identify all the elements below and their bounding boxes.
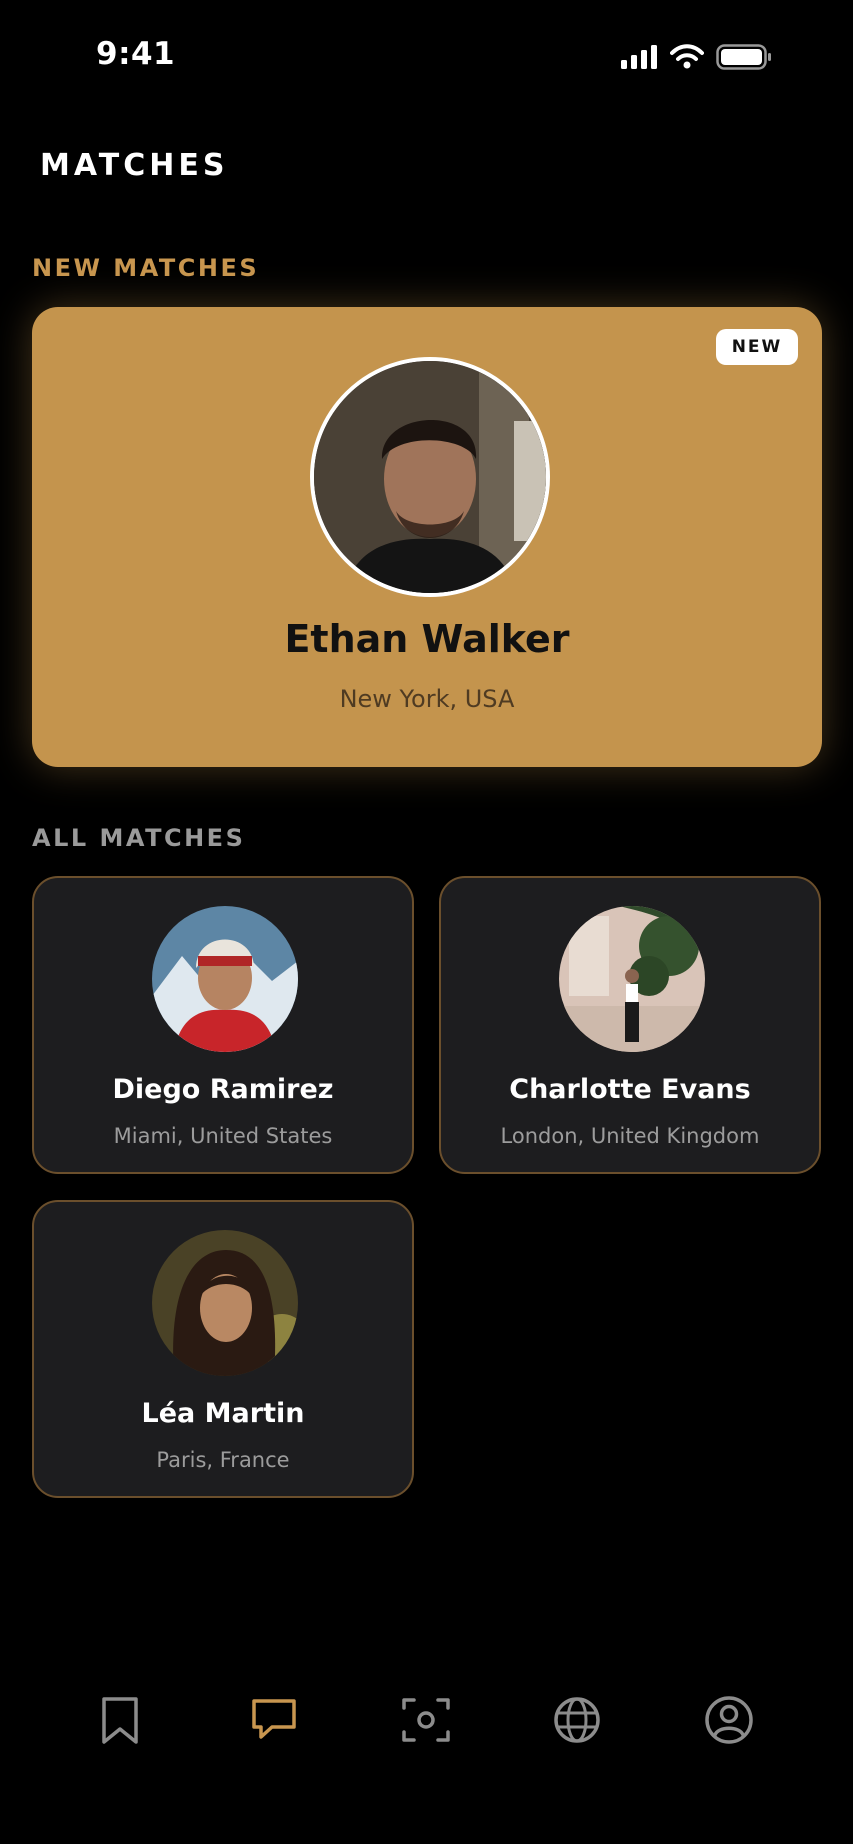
- avatar: [559, 906, 705, 1052]
- nav-bookmark[interactable]: [94, 1694, 146, 1750]
- scan-icon: [402, 1698, 450, 1742]
- nav-scan[interactable]: [400, 1694, 452, 1750]
- status-icons: [620, 44, 772, 70]
- profile-icon: [705, 1696, 753, 1744]
- section-heading-all-matches: ALL MATCHES: [32, 824, 246, 852]
- match-location: Paris, France: [156, 1448, 290, 1472]
- section-heading-new-matches: NEW MATCHES: [32, 254, 260, 282]
- globe-icon: [554, 1697, 600, 1743]
- featured-match-location: New York, USA: [339, 685, 515, 713]
- status-time: 9:41: [96, 36, 176, 72]
- match-location: London, United Kingdom: [500, 1124, 760, 1148]
- featured-avatar: [310, 357, 550, 597]
- match-card[interactable]: Léa Martin Paris, France: [32, 1200, 414, 1498]
- battery-icon: [716, 44, 771, 70]
- new-badge: NEW: [716, 329, 798, 365]
- match-card[interactable]: Diego Ramirez Miami, United States: [32, 876, 414, 1174]
- signal-icon: [621, 45, 657, 69]
- match-location: Miami, United States: [113, 1124, 333, 1148]
- nav-globe[interactable]: [551, 1694, 603, 1750]
- avatar: [152, 906, 298, 1052]
- wifi-icon: [670, 44, 704, 69]
- bookmark-icon: [102, 1697, 138, 1744]
- match-name: Diego Ramirez: [112, 1074, 334, 1105]
- avatar: [152, 1230, 298, 1376]
- nav-chat[interactable]: [248, 1693, 300, 1749]
- chat-icon: [252, 1699, 296, 1739]
- match-name: Léa Martin: [141, 1398, 305, 1429]
- match-card[interactable]: Charlotte Evans London, United Kingdom: [439, 876, 821, 1174]
- nav-profile[interactable]: [703, 1694, 755, 1750]
- page-title: MATCHES: [40, 148, 229, 183]
- featured-match-card[interactable]: NEW Ethan Walker New York, USA: [32, 307, 822, 767]
- match-name: Charlotte Evans: [509, 1074, 751, 1105]
- featured-match-name: Ethan Walker: [284, 617, 570, 661]
